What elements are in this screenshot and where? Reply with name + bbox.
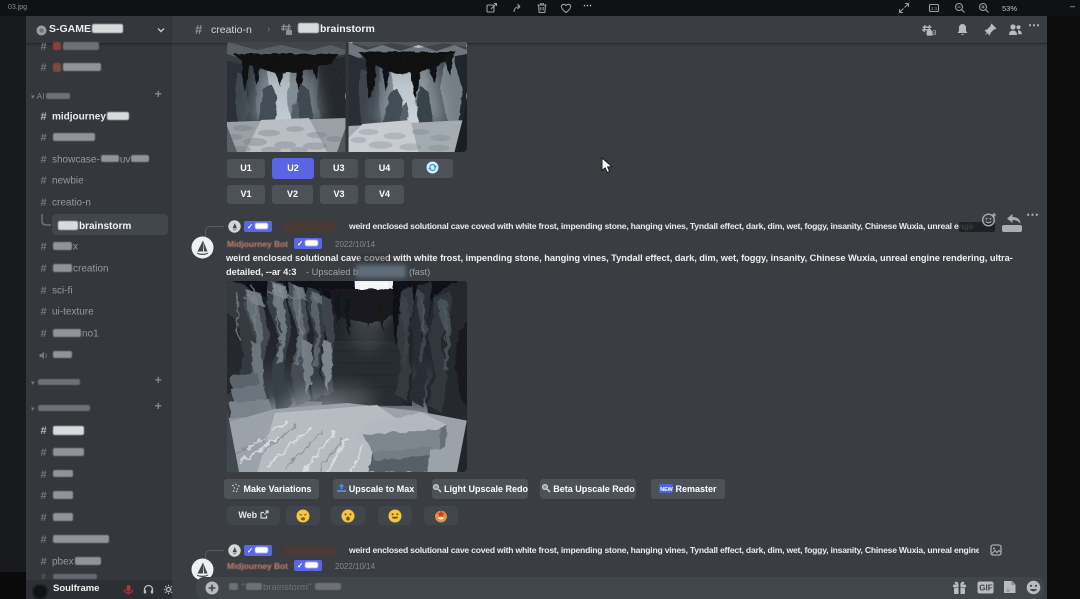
svg-text:3: 3	[933, 30, 937, 37]
svg-text:☺: ☺	[1006, 588, 1011, 594]
svg-text:GIF: GIF	[979, 584, 992, 593]
svg-text:NEW: NEW	[661, 487, 674, 493]
svg-text:1:1: 1:1	[931, 6, 938, 11]
